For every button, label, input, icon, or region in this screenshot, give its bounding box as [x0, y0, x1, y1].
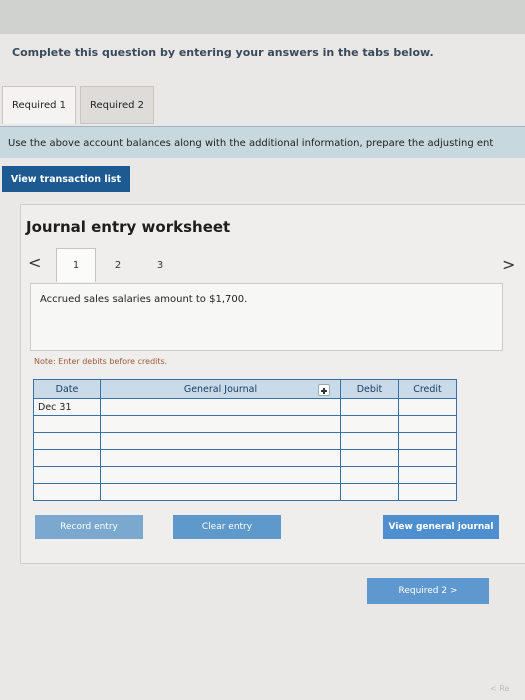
- debit-credit-note: Note: Enter debits before credits.: [34, 357, 168, 366]
- worksheet-step-2[interactable]: 2: [98, 248, 138, 282]
- worksheet-step-1[interactable]: 1: [56, 248, 96, 282]
- top-band: [0, 0, 525, 34]
- account-cell[interactable]: [100, 483, 341, 501]
- table-row: [33, 466, 457, 484]
- info-bar: Use the above account balances along wit…: [0, 126, 525, 158]
- debit-cell[interactable]: [340, 466, 399, 484]
- view-transaction-list-button[interactable]: View transaction list: [2, 166, 130, 192]
- date-cell[interactable]: [33, 483, 101, 501]
- date-cell[interactable]: Dec 31: [33, 398, 101, 416]
- header-credit: Credit: [398, 379, 457, 399]
- table-header-row: Date General Journal Debit Credit: [33, 379, 457, 399]
- credit-cell[interactable]: [398, 398, 457, 416]
- transaction-description: Accrued sales salaries amount to $1,700.: [40, 294, 248, 305]
- tab-required-2[interactable]: Required 2: [80, 86, 154, 124]
- table-row: Dec 31: [33, 398, 457, 416]
- tab-required-1[interactable]: Required 1: [2, 86, 76, 124]
- date-cell[interactable]: [33, 432, 101, 450]
- account-cell[interactable]: [100, 449, 341, 467]
- instruction-text: Complete this question by entering your …: [12, 46, 434, 59]
- header-general-journal-label: General Journal: [183, 383, 258, 395]
- chevron-left-icon[interactable]: <: [28, 253, 41, 272]
- table-row: [33, 415, 457, 433]
- clear-entry-button[interactable]: Clear entry: [173, 515, 281, 539]
- worksheet-title: Journal entry worksheet: [26, 218, 231, 236]
- record-entry-button[interactable]: Record entry: [35, 515, 143, 539]
- view-general-journal-button[interactable]: View general journal: [383, 515, 499, 539]
- plus-icon[interactable]: [318, 384, 330, 396]
- date-cell[interactable]: [33, 449, 101, 467]
- table-row: [33, 483, 457, 501]
- debit-cell[interactable]: [340, 415, 399, 433]
- credit-cell[interactable]: [398, 483, 457, 501]
- debit-cell[interactable]: [340, 483, 399, 501]
- debit-cell[interactable]: [340, 398, 399, 416]
- table-row: [33, 432, 457, 450]
- debit-cell[interactable]: [340, 449, 399, 467]
- date-cell[interactable]: [33, 415, 101, 433]
- credit-cell[interactable]: [398, 432, 457, 450]
- header-date: Date: [33, 379, 101, 399]
- credit-cell[interactable]: [398, 466, 457, 484]
- worksheet-step-3[interactable]: 3: [140, 248, 180, 282]
- account-cell[interactable]: [100, 432, 341, 450]
- debit-cell[interactable]: [340, 432, 399, 450]
- next-required-2-button[interactable]: Required 2 >: [367, 578, 489, 604]
- header-general-journal: General Journal: [100, 379, 341, 399]
- account-cell[interactable]: [100, 466, 341, 484]
- credit-cell[interactable]: [398, 415, 457, 433]
- table-row: [33, 449, 457, 467]
- date-cell[interactable]: [33, 466, 101, 484]
- bottom-nav[interactable]: < Re: [490, 684, 509, 693]
- journal-table: Date General Journal Debit Credit Dec 31: [33, 379, 457, 501]
- chevron-right-icon[interactable]: >: [502, 255, 515, 274]
- header-debit: Debit: [340, 379, 399, 399]
- credit-cell[interactable]: [398, 449, 457, 467]
- account-cell[interactable]: [100, 415, 341, 433]
- account-cell[interactable]: [100, 398, 341, 416]
